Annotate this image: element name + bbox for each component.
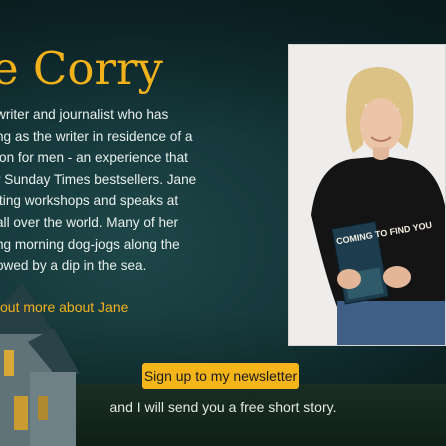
author-bio: writer and journalist who has ng as the … xyxy=(0,104,226,277)
bio-line: ng morning dog-jogs along the xyxy=(0,236,180,252)
bio-line: writer and journalist who has xyxy=(0,107,169,122)
bio-line: all over the world. Many of her xyxy=(0,214,179,230)
bio-line: iting workshops and speaks at xyxy=(0,193,179,209)
bio-line: r Sunday Times bestsellers. Jane xyxy=(0,171,197,187)
newsletter-signup-button[interactable]: Sign up to my newsletter xyxy=(142,363,299,389)
bio-line: owed by a dip in the sea. xyxy=(0,258,147,274)
author-name-heading: e Corry xyxy=(0,42,163,95)
author-portrait: COMING TO FIND YOU xyxy=(289,45,445,345)
author-photo: COMING TO FIND YOU xyxy=(288,44,446,346)
bio-line: ion for men - an experience that xyxy=(0,150,188,166)
newsletter-tagline: and I will send you a free short story. xyxy=(109,399,337,415)
bio-line: ng as the writer in residence of a xyxy=(0,128,193,144)
find-out-more-link[interactable]: out more about Jane xyxy=(0,298,128,316)
